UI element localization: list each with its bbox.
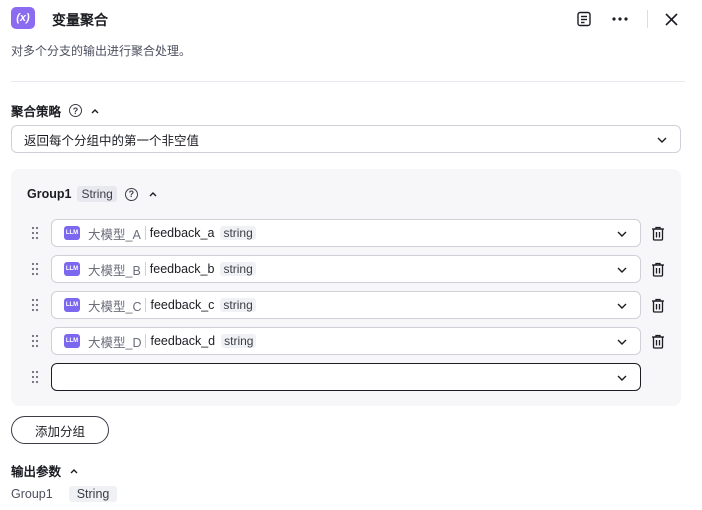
strategy-section-header[interactable]: 聚合策略 ? xyxy=(11,101,100,120)
header-divider xyxy=(647,10,648,28)
variable-name: feedback_b xyxy=(149,262,215,276)
llm-icon: LLM xyxy=(64,334,80,348)
variable-type-tag: string xyxy=(220,226,256,240)
more-button[interactable] xyxy=(609,8,631,30)
llm-icon: LLM xyxy=(64,298,80,312)
variable-row: LLM 大模型_B feedback_b string xyxy=(11,255,681,283)
variable-type-tag: string xyxy=(221,334,257,348)
variable-select[interactable]: LLM 大模型_C feedback_c string xyxy=(51,291,641,319)
output-param-type-tag: String xyxy=(68,486,118,502)
strategy-selected-value: 返回每个分组中的第一个非空值 xyxy=(24,133,200,148)
output-param-row: Group1 String xyxy=(11,486,118,502)
variable-aggregator-icon: (x) xyxy=(11,7,35,29)
section-divider xyxy=(11,81,685,82)
variable-name: feedback_d xyxy=(150,334,216,348)
variable-select-empty[interactable] xyxy=(51,363,641,391)
help-icon[interactable]: ? xyxy=(69,104,83,117)
chevron-up-icon[interactable] xyxy=(148,189,158,199)
more-icon xyxy=(612,17,628,21)
variable-name: feedback_c xyxy=(150,298,215,312)
strategy-label: 聚合策略 xyxy=(11,105,62,119)
variable-select[interactable]: LLM 大模型_A feedback_a string xyxy=(51,219,641,247)
help-icon[interactable]: ? xyxy=(124,187,138,201)
separator xyxy=(145,334,147,348)
drag-handle-icon[interactable] xyxy=(30,225,40,241)
group-header[interactable]: Group1 String ? xyxy=(27,186,158,202)
node-name: 大模型_C xyxy=(88,299,142,314)
notes-icon xyxy=(577,11,591,27)
separator xyxy=(145,298,147,312)
trash-icon[interactable] xyxy=(651,298,665,313)
panel-header: (x) 变量聚合 xyxy=(0,0,702,40)
add-group-button[interactable]: 添加分组 xyxy=(11,416,109,444)
group-card: Group1 String ? LLM 大模型_A feedback_a str… xyxy=(11,169,681,406)
chevron-up-icon[interactable] xyxy=(90,106,100,116)
chevron-down-icon xyxy=(657,137,667,143)
chevron-down-icon xyxy=(617,231,627,237)
chevron-down-icon xyxy=(617,267,627,273)
trash-icon[interactable] xyxy=(651,334,665,349)
chevron-down-icon xyxy=(617,303,627,309)
close-icon xyxy=(664,12,678,26)
group-name: Group1 xyxy=(27,187,72,201)
variable-select[interactable]: LLM 大模型_B feedback_b string xyxy=(51,255,641,283)
output-param-name: Group1 xyxy=(11,487,53,501)
variable-name: feedback_a xyxy=(149,226,215,240)
close-button[interactable] xyxy=(660,8,682,30)
separator xyxy=(144,226,146,240)
page-title: 变量聚合 xyxy=(52,12,108,28)
drag-handle-icon[interactable] xyxy=(30,369,40,385)
variable-row: LLM 大模型_A feedback_a string xyxy=(11,219,681,247)
llm-icon: LLM xyxy=(64,262,80,276)
notes-button[interactable] xyxy=(573,8,595,30)
node-name: 大模型_A xyxy=(88,227,141,242)
variable-select[interactable]: LLM 大模型_D feedback_d string xyxy=(51,327,641,355)
chevron-down-icon xyxy=(617,339,627,345)
chevron-down-icon xyxy=(617,375,627,381)
node-description: 对多个分支的输出进行聚合处理。 xyxy=(11,44,192,58)
drag-handle-icon[interactable] xyxy=(30,297,40,313)
node-name: 大模型_B xyxy=(88,263,141,278)
variable-row: LLM 大模型_C feedback_c string xyxy=(11,291,681,319)
trash-icon[interactable] xyxy=(651,262,665,277)
variable-row: LLM 大模型_D feedback_d string xyxy=(11,327,681,355)
trash-icon[interactable] xyxy=(651,226,665,241)
node-name: 大模型_D xyxy=(88,335,142,350)
variable-row-empty xyxy=(11,363,681,391)
strategy-select[interactable]: 返回每个分组中的第一个非空值 xyxy=(11,125,681,153)
group-type-tag: String xyxy=(77,186,117,202)
variable-type-tag: string xyxy=(220,298,256,312)
variable-type-tag: string xyxy=(220,262,256,276)
chevron-up-icon[interactable] xyxy=(69,466,79,476)
output-label: 输出参数 xyxy=(11,465,62,479)
output-section-header[interactable]: 输出参数 xyxy=(11,461,79,480)
llm-icon: LLM xyxy=(64,226,80,240)
separator xyxy=(144,262,146,276)
drag-handle-icon[interactable] xyxy=(30,261,40,277)
drag-handle-icon[interactable] xyxy=(30,333,40,349)
